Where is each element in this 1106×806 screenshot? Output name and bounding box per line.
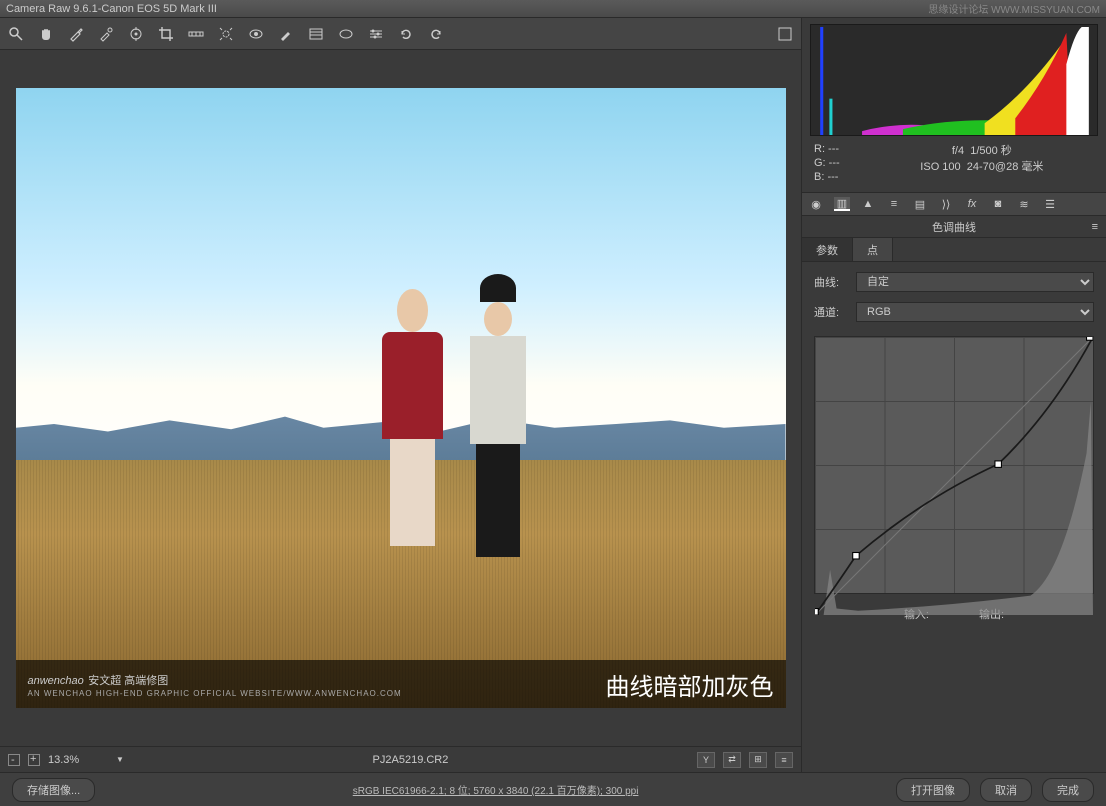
tab-presets-icon[interactable]: ≋ xyxy=(1016,197,1032,211)
prefs-icon[interactable] xyxy=(368,26,384,42)
titlebar: Camera Raw 9.6.1 - Canon EOS 5D Mark III… xyxy=(0,0,1106,18)
zoom-out-button[interactable]: - xyxy=(8,754,20,766)
tab-snapshots-icon[interactable]: ☰ xyxy=(1042,197,1058,211)
panel-title: 色调曲线 ≡ xyxy=(802,216,1106,238)
zoom-icon[interactable] xyxy=(8,26,24,42)
target-adjust-icon[interactable] xyxy=(128,26,144,42)
swap-button[interactable]: ⇄ xyxy=(723,752,741,768)
panel-tabs: ◉ ▥ ▲ ≡ ▤ ⟩⟩ fx ◙ ≋ ☰ xyxy=(802,192,1106,216)
tab-lens-icon[interactable]: ⟩⟩ xyxy=(938,197,954,211)
footer-meta[interactable]: sRGB IEC61966-2.1; 8 位; 5760 x 3840 (22.… xyxy=(105,782,886,797)
subtabs: 参数 点 xyxy=(802,238,1106,262)
overlay-caption: 曲线暗部加灰色 xyxy=(606,667,774,702)
save-button[interactable]: 存储图像... xyxy=(12,778,95,802)
copy-button[interactable]: ⊞ xyxy=(749,752,767,768)
crop-icon[interactable] xyxy=(158,26,174,42)
exif-g: G: --- xyxy=(814,156,840,170)
redeye-icon[interactable] xyxy=(248,26,264,42)
spot-removal-icon[interactable] xyxy=(218,26,234,42)
app-name: Camera Raw 9.6.1 xyxy=(6,3,98,15)
curve-label: 曲线: xyxy=(814,274,848,290)
eyedropper-icon[interactable] xyxy=(68,26,84,42)
exif-readout: R: --- G: --- B: --- f/4 1/500 秒 ISO 100… xyxy=(802,138,1106,192)
statusbar: - + 13.3% ▼ PJ2A5219.CR2 Y ⇄ ⊞ ≡ xyxy=(0,746,801,772)
done-button[interactable]: 完成 xyxy=(1042,778,1094,802)
compare-y-button[interactable]: Y xyxy=(697,752,715,768)
tab-camera-icon[interactable]: ◙ xyxy=(990,197,1006,211)
adjustment-brush-icon[interactable] xyxy=(278,26,294,42)
rotate-cw-icon[interactable] xyxy=(428,26,444,42)
subtab-point[interactable]: 点 xyxy=(853,238,893,261)
tab-curve-icon[interactable]: ▥ xyxy=(834,197,850,211)
preview-image: anwenchao 安文超 高端修图 AN WENCHAO HIGH-END G… xyxy=(16,88,786,708)
exif-r: R: --- xyxy=(814,142,840,156)
camera-model: Canon EOS 5D Mark III xyxy=(101,3,217,15)
zoom-dropdown-icon[interactable]: ▼ xyxy=(116,755,124,764)
filename: PJ2A5219.CR2 xyxy=(373,754,449,766)
channel-select[interactable]: RGB xyxy=(856,302,1094,322)
toolbar xyxy=(0,18,801,50)
curve-select[interactable]: 自定 xyxy=(856,272,1094,292)
tab-basic-icon[interactable]: ◉ xyxy=(808,197,824,211)
footer: 存储图像... sRGB IEC61966-2.1; 8 位; 5760 x 3… xyxy=(0,772,1106,806)
settings-button[interactable]: ≡ xyxy=(775,752,793,768)
hand-icon[interactable] xyxy=(38,26,54,42)
overlay-band: anwenchao 安文超 高端修图 AN WENCHAO HIGH-END G… xyxy=(16,660,786,708)
zoom-level[interactable]: 13.3% xyxy=(48,754,108,766)
fullscreen-icon[interactable] xyxy=(777,26,793,42)
tab-split-icon[interactable]: ▤ xyxy=(912,197,928,211)
curve-editor[interactable] xyxy=(814,336,1094,594)
histogram[interactable] xyxy=(810,24,1098,136)
rotate-ccw-icon[interactable] xyxy=(398,26,414,42)
channel-label: 通道: xyxy=(814,304,848,320)
cancel-button[interactable]: 取消 xyxy=(980,778,1032,802)
overlay-logo: anwenchao 安文超 高端修图 AN WENCHAO HIGH-END G… xyxy=(28,671,402,698)
graduated-filter-icon[interactable] xyxy=(308,26,324,42)
open-button[interactable]: 打开图像 xyxy=(896,778,970,802)
watermark-text: 思缘设计论坛 WWW.MISSYUAN.COM xyxy=(928,1,1100,16)
tab-hsl-icon[interactable]: ≡ xyxy=(886,197,902,211)
preview-area[interactable]: anwenchao 安文超 高端修图 AN WENCHAO HIGH-END G… xyxy=(0,50,801,746)
radial-filter-icon[interactable] xyxy=(338,26,354,42)
zoom-in-button[interactable]: + xyxy=(28,754,40,766)
exif-b: B: --- xyxy=(814,170,840,184)
subtab-params[interactable]: 参数 xyxy=(802,238,853,261)
tab-detail-icon[interactable]: ▲ xyxy=(860,197,876,211)
panel-menu-icon[interactable]: ≡ xyxy=(1092,221,1098,233)
color-sampler-icon[interactable] xyxy=(98,26,114,42)
right-panel: R: --- G: --- B: --- f/4 1/500 秒 ISO 100… xyxy=(802,18,1106,772)
tab-fx-icon[interactable]: fx xyxy=(964,197,980,211)
straighten-icon[interactable] xyxy=(188,26,204,42)
